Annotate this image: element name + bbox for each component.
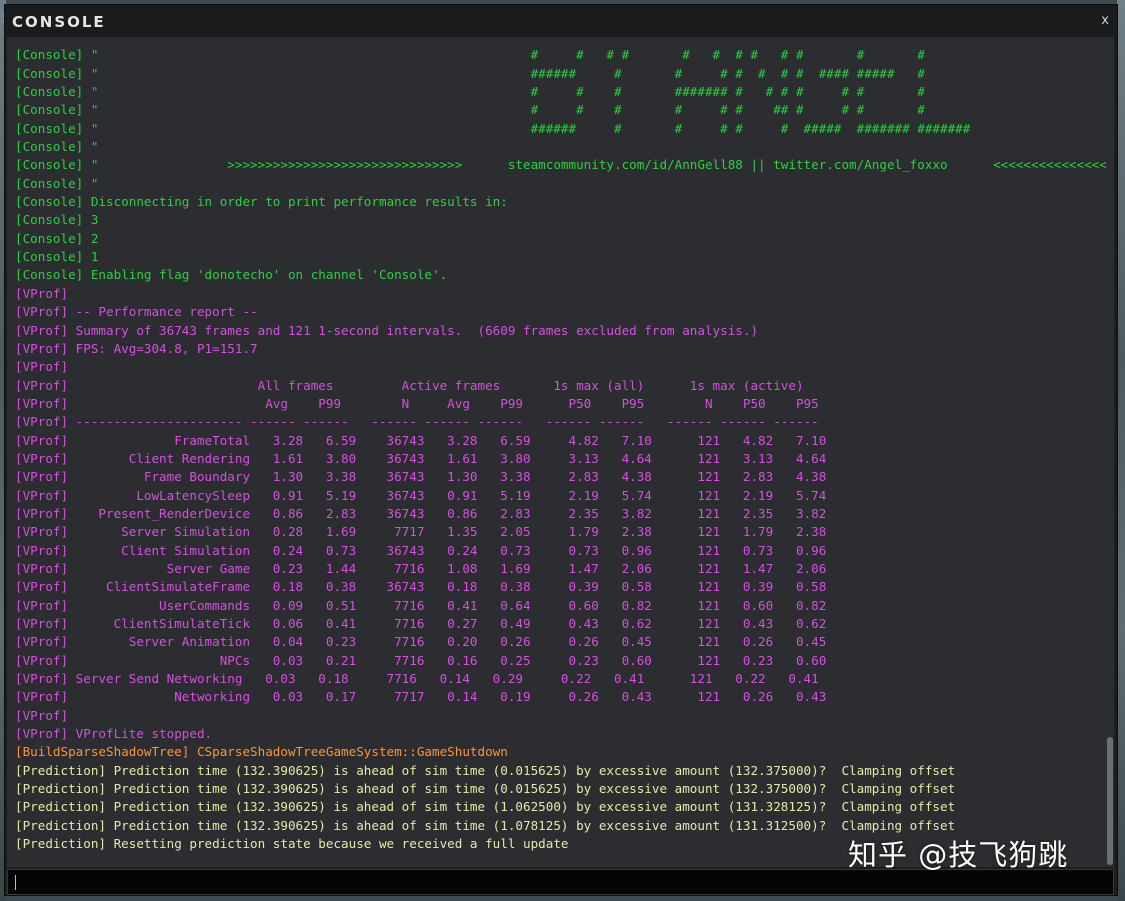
console-line: [Console] 1	[15, 249, 99, 265]
console-line: [VProf] ClientSimulateFrame 0.18 0.38 36…	[15, 579, 827, 595]
console-line: [VProf] NPCs 0.03 0.21 7716 0.16 0.25 0.…	[15, 652, 827, 668]
console-line: [Console] " # # # # # # # # # # # #	[15, 47, 925, 63]
console-line: [VProf] Networking 0.03 0.17 7717 0.14 0…	[15, 689, 827, 705]
console-line: [Prediction] Prediction time (132.390625…	[15, 781, 956, 797]
console-line: [VProf] UserCommands 0.09 0.51 7716 0.41…	[15, 597, 827, 613]
console-lines: [Console] " # # # # # # # # # # # # [Cons…	[15, 37, 1114, 853]
console-line: [VProf] Present_RenderDevice 0.86 2.83 3…	[15, 505, 827, 521]
console-window: CONSOLE x [Console] " # # # # # # # # # …	[4, 4, 1118, 896]
console-line: [VProf] ClientSimulateTick 0.06 0.41 771…	[15, 616, 827, 631]
console-line: [VProf] -- Performance report --	[15, 304, 258, 320]
close-button[interactable]: x	[1101, 13, 1109, 28]
console-line: [Console] " # # # # # # ## # # # #	[15, 102, 925, 118]
scrollbar-thumb[interactable]	[1107, 737, 1113, 865]
console-line: [VProf]	[15, 285, 69, 301]
console-line: [VProf] Summary of 36743 frames and 121 …	[15, 322, 759, 338]
window-title: CONSOLE	[12, 13, 106, 31]
console-line: [Console] "	[15, 175, 99, 191]
console-line: [Prediction] Prediction time (132.390625…	[15, 799, 956, 815]
console-line: [Prediction] Prediction time (132.390625…	[15, 762, 956, 778]
console-line: [Console] " # # # ####### # # # # # # #	[15, 84, 925, 100]
console-line: [VProf]	[15, 359, 69, 375]
console-line: [VProf] All frames Active frames 1s max …	[15, 377, 804, 393]
console-line: [VProf] FrameTotal 3.28 6.59 36743 3.28 …	[15, 432, 827, 448]
console-line: [VProf]	[15, 707, 69, 723]
console-line: [Console] " >>>>>>>>>>>>>>>>>>>>>>>>>>>>…	[15, 157, 1114, 173]
console-line: [VProf] Avg P99 N Avg P99 P50 P95 N P50 …	[15, 395, 819, 411]
console-line: [VProf] FPS: Avg=304.8, P1=151.7	[15, 340, 258, 356]
console-line: [VProf] Client Rendering 1.61 3.80 36743…	[15, 450, 827, 466]
console-line: [Console] "	[15, 139, 99, 155]
console-line: [Console] 3	[15, 212, 99, 228]
console-line: [VProf] ---------------------- ------ --…	[15, 414, 819, 430]
console-line: [VProf] Server Game 0.23 1.44 7716 1.08 …	[15, 560, 827, 576]
console-line: [VProf] LowLatencySleep 0.91 5.19 36743 …	[15, 487, 827, 503]
console-line: [VProf] VProfLite stopped.	[15, 726, 213, 742]
console-line: [VProf] Server Animation 0.04 0.23 7716 …	[15, 634, 827, 650]
console-line: [Console] 2	[15, 230, 99, 246]
console-line: [VProf] Client Simulation 0.24 0.73 3674…	[15, 542, 827, 558]
watermark: 知乎 @技飞狗跳	[848, 838, 1069, 872]
background-right-strip	[1117, 0, 1125, 901]
title-bar[interactable]: CONSOLE x	[5, 5, 1117, 37]
console-line: [BuildSparseShadowTree] CSparseShadowTre…	[15, 744, 508, 760]
console-line: [VProf] Server Send Networking 0.03 0.18…	[15, 671, 819, 687]
console-line: [Console] Disconnecting in order to prin…	[15, 194, 508, 210]
console-line: [Console] " ###### # # # # # ##### #####…	[15, 120, 971, 136]
console-line: [Console] Enabling flag 'donotecho' on c…	[15, 267, 448, 283]
text-caret	[15, 875, 16, 890]
console-line: [VProf] Frame Boundary 1.30 3.38 36743 1…	[15, 469, 827, 485]
console-output[interactable]: [Console] " # # # # # # # # # # # # [Cons…	[7, 37, 1114, 867]
console-line: [VProf] Server Simulation 0.28 1.69 7717…	[15, 524, 827, 540]
scrollbar[interactable]	[1106, 37, 1114, 867]
console-line: [Console] " ###### # # # # # # # #### ##…	[15, 65, 925, 81]
